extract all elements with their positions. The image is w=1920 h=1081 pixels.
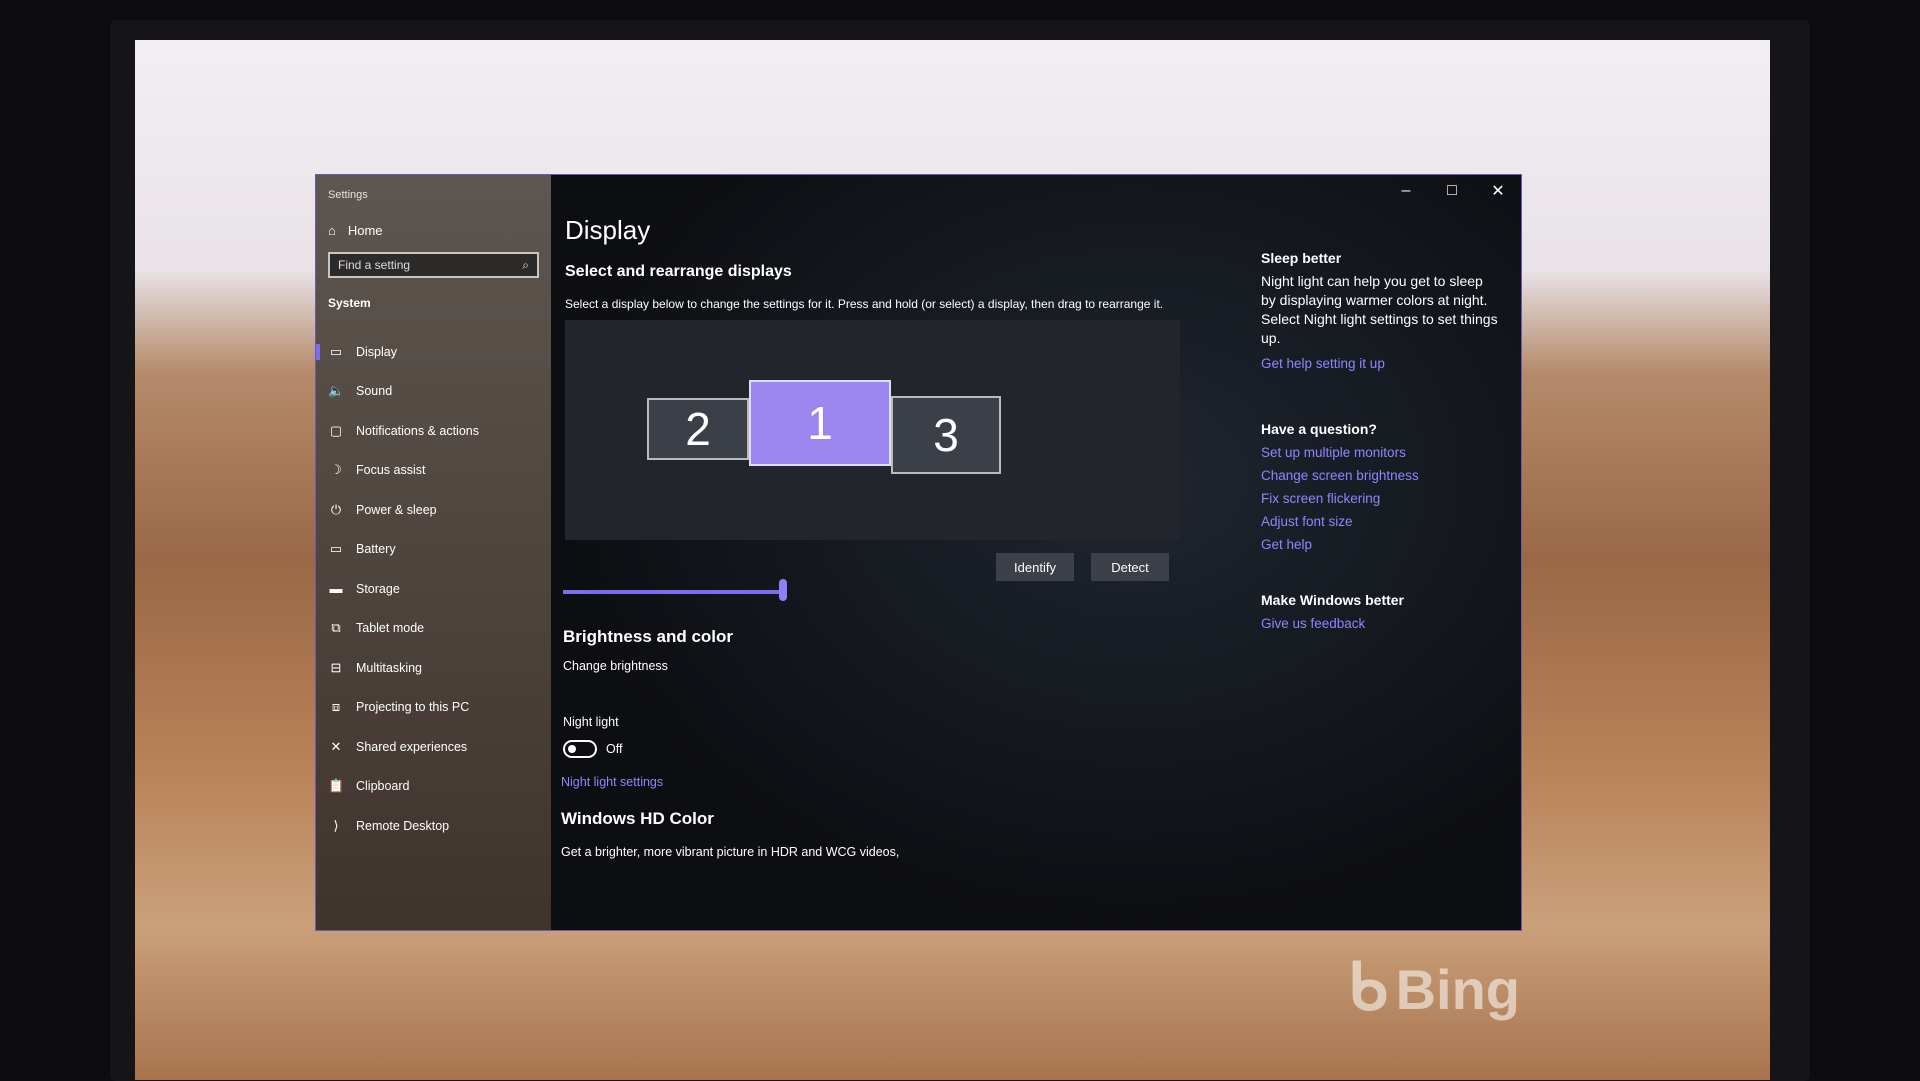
sleep-heading: Sleep better <box>1261 250 1342 266</box>
battery-icon: ▭ <box>329 541 343 557</box>
search-icon: ⌕ <box>522 257 529 272</box>
window-title: Settings <box>328 189 368 201</box>
main-content: – □ ✕ Display Select and rearrange displ… <box>551 175 1521 930</box>
sidebar-item-tablet-mode[interactable]: ⧉ Tablet mode <box>316 609 551 649</box>
question-heading: Have a question? <box>1261 421 1377 437</box>
sleep-help-link[interactable]: Get help setting it up <box>1261 356 1501 371</box>
monitor-2[interactable]: 2 <box>647 398 749 460</box>
night-light-state: Off <box>606 742 623 756</box>
help-link[interactable]: Fix screen flickering <box>1261 491 1501 506</box>
display-arrangement: 2 1 3 <box>565 320 1180 540</box>
power-icon: ⏻ <box>330 501 342 517</box>
sidebar-home[interactable]: ⌂ Home <box>328 223 551 238</box>
bing-watermark: ᑲ Bing <box>1347 951 1520 1023</box>
clipboard-icon: 📋 <box>328 778 345 794</box>
sidebar-item-battery[interactable]: ▭ Battery <box>316 530 551 570</box>
sidebar-item-projecting-to-this-pc[interactable]: ⧈ Projecting to this PC <box>316 688 551 728</box>
hd-color-heading: Windows HD Color <box>561 809 714 828</box>
brightness-label: Change brightness <box>563 659 668 673</box>
settings-window: Settings ⌂ Home Find a setting ⌕ System ▭ D… <box>316 175 1521 930</box>
brightness-slider-track[interactable] <box>563 590 783 594</box>
shared-icon: ✕ <box>330 738 342 754</box>
monitor-icon: ▭ <box>329 343 343 359</box>
help-link[interactable]: Get help <box>1261 537 1501 552</box>
sidebar-item-focus-assist[interactable]: ☽ Focus assist <box>316 451 551 491</box>
arrange-description: Select a display below to change the set… <box>565 297 1164 311</box>
feedback-link[interactable]: Give us feedback <box>1261 616 1501 631</box>
sidebar-item-shared-experiences[interactable]: ✕ Shared experiences <box>316 727 551 767</box>
sidebar-item-remote-desktop[interactable]: ⟩ Remote Desktop <box>316 806 551 846</box>
brightness-slider-thumb[interactable] <box>779 579 787 601</box>
minimize-button[interactable]: – <box>1383 175 1429 207</box>
help-link[interactable]: Adjust font size <box>1261 514 1501 529</box>
night-light-label: Night light <box>563 715 619 729</box>
help-link[interactable]: Change screen brightness <box>1261 468 1501 483</box>
night-light-settings-link[interactable]: Night light settings <box>561 775 663 789</box>
hd-color-description: Get a brighter, more vibrant picture in … <box>561 845 900 859</box>
moon-icon: ☽ <box>330 462 342 478</box>
notification-icon: ▢ <box>329 422 343 438</box>
night-light-toggle[interactable] <box>563 740 597 758</box>
sidebar-item-sound[interactable]: 🔈 Sound <box>316 372 551 412</box>
desktop: ᑲ Bing Settings ⌂ Home Find a setting ⌕ Sys… <box>135 40 1770 1080</box>
section-label: System <box>328 296 371 310</box>
sidebar-item-multitasking[interactable]: ⊟ Multitasking <box>316 648 551 688</box>
sleep-text: Night light can help you get to sleep by… <box>1261 273 1498 346</box>
sidebar-item-clipboard[interactable]: 📋 Clipboard <box>316 767 551 807</box>
help-link[interactable]: Set up multiple monitors <box>1261 445 1501 460</box>
sidebar-item-display[interactable]: ▭ Display <box>316 332 551 372</box>
arrange-heading: Select and rearrange displays <box>565 263 792 280</box>
page-title: Display <box>565 215 651 245</box>
monitor-1[interactable]: 1 <box>749 380 891 466</box>
home-icon: ⌂ <box>328 223 336 238</box>
sidebar-item-power-sleep[interactable]: ⏻ Power & sleep <box>316 490 551 530</box>
detect-button[interactable]: Detect <box>1091 553 1169 581</box>
sidebar-item-notifications-actions[interactable]: ▢ Notifications & actions <box>316 411 551 451</box>
tablet-icon: ⧉ <box>331 620 341 636</box>
projecting-icon: ⧈ <box>331 699 341 715</box>
sidebar: Settings ⌂ Home Find a setting ⌕ System ▭ D… <box>316 175 551 930</box>
search-input[interactable]: Find a setting ⌕ <box>328 252 539 278</box>
brightness-heading: Brightness and color <box>563 627 734 646</box>
help-panel: Sleep better Night light can help you ge… <box>1261 250 1501 631</box>
identify-button[interactable]: Identify <box>996 553 1074 581</box>
maximize-button[interactable]: □ <box>1429 175 1475 207</box>
close-button[interactable]: ✕ <box>1475 175 1521 207</box>
multitasking-icon: ⊟ <box>330 659 342 675</box>
feedback-heading: Make Windows better <box>1261 592 1405 608</box>
storage-icon: ▬ <box>329 581 343 597</box>
monitor-3[interactable]: 3 <box>891 396 1001 474</box>
remote-desktop-icon: ⟩ <box>333 817 339 833</box>
speaker-icon: 🔈 <box>328 383 345 399</box>
sidebar-item-storage[interactable]: ▬ Storage <box>316 569 551 609</box>
